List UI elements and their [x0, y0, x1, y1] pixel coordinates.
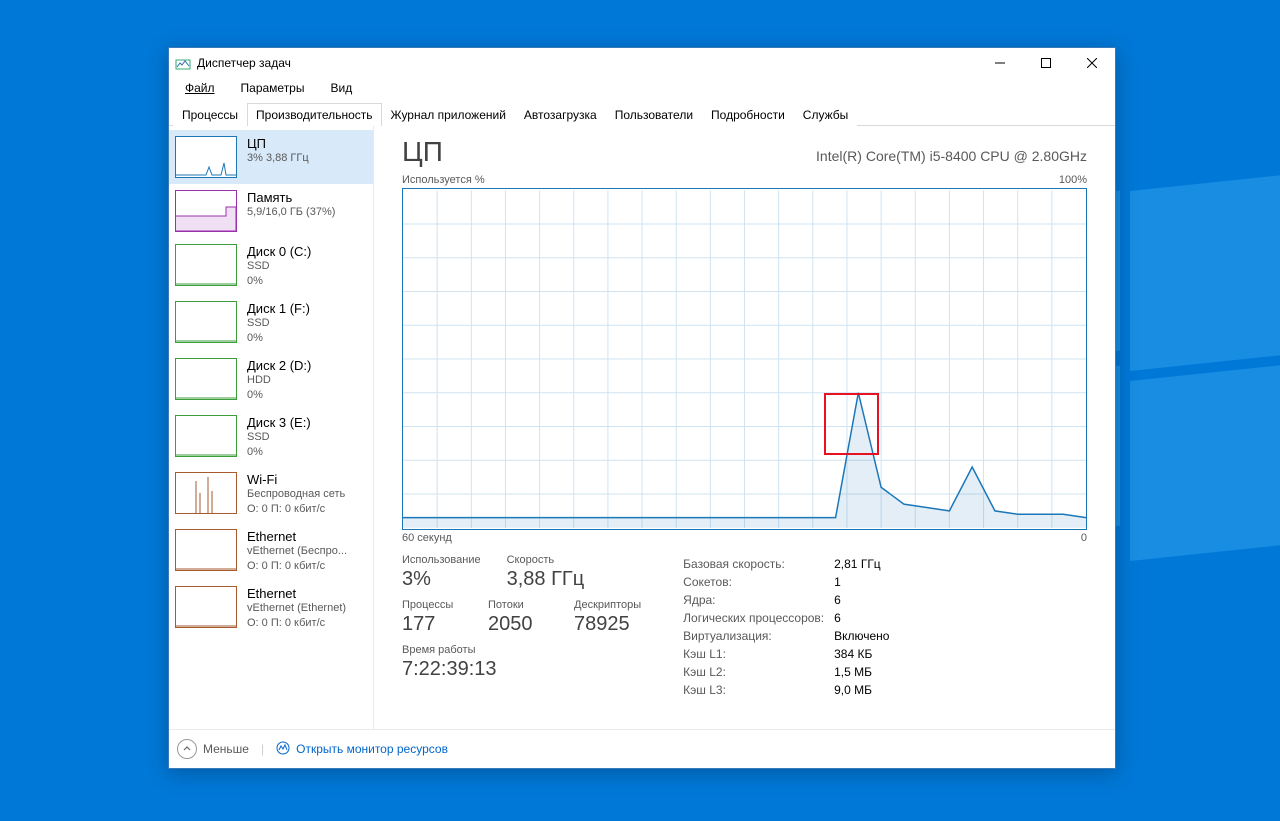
chart-y-max: 100%: [1059, 174, 1087, 186]
footer: Меньше | Открыть монитор ресурсов: [169, 729, 1115, 768]
minimize-button[interactable]: [977, 48, 1023, 78]
sidebar-item-0[interactable]: ЦП3% 3,88 ГГц: [169, 130, 373, 184]
fewer-details-button[interactable]: Меньше: [177, 739, 249, 759]
sidebar-item-title: Диск 2 (D:): [247, 358, 311, 373]
tab-0[interactable]: Процессы: [173, 103, 247, 126]
close-button[interactable]: [1069, 48, 1115, 78]
stat: Процессы177: [402, 599, 462, 636]
tab-bar: ПроцессыПроизводительностьЖурнал приложе…: [169, 102, 1115, 126]
task-manager-window: Диспетчер задач Файл Параметры Вид Проце…: [168, 47, 1116, 769]
window-title: Диспетчер задач: [197, 56, 977, 70]
sidebar-item-3[interactable]: Диск 1 (F:)SSD0%: [169, 295, 373, 352]
tab-2[interactable]: Журнал приложений: [382, 103, 515, 126]
sidebar-thumbnail: [175, 472, 237, 514]
menu-view[interactable]: Вид: [318, 79, 364, 97]
sidebar-item-8[interactable]: EthernetvEthernet (Ethernet)О: 0 П: 0 кб…: [169, 580, 373, 637]
sidebar-thumbnail: [175, 415, 237, 457]
sidebar-item-title: Память: [247, 190, 335, 205]
sidebar-thumbnail: [175, 586, 237, 628]
stat: Дескрипторы78925: [574, 599, 641, 636]
sidebar-thumbnail: [175, 190, 237, 232]
cpu-name: Intel(R) Core(TM) i5-8400 CPU @ 2.80GHz: [816, 148, 1087, 164]
chart-x-left: 60 секунд: [402, 532, 452, 544]
chart-highlight-box: [824, 393, 879, 455]
menu-options[interactable]: Параметры: [229, 79, 317, 97]
cpu-usage-chart[interactable]: [402, 188, 1087, 530]
sidebar-item-1[interactable]: Память5,9/16,0 ГБ (37%): [169, 184, 373, 238]
sidebar-thumbnail: [175, 244, 237, 286]
sidebar-item-6[interactable]: Wi-FiБеспроводная сетьО: 0 П: 0 кбит/с: [169, 466, 373, 523]
stat: Время работы7:22:39:13: [402, 644, 497, 681]
chart-x-right: 0: [1081, 532, 1087, 544]
sidebar-thumbnail: [175, 136, 237, 178]
performance-sidebar[interactable]: ЦП3% 3,88 ГГцПамять5,9/16,0 ГБ (37%)Диск…: [169, 126, 374, 729]
open-resource-monitor-link[interactable]: Открыть монитор ресурсов: [276, 741, 448, 758]
stat: Скорость3,88 ГГц: [507, 554, 585, 591]
tab-3[interactable]: Автозагрузка: [515, 103, 606, 126]
stats-right: Базовая скорость:2,81 ГГцСокетов:1Ядра:6…: [681, 554, 899, 700]
sidebar-item-2[interactable]: Диск 0 (C:)SSD0%: [169, 238, 373, 295]
tab-6[interactable]: Службы: [794, 103, 857, 126]
sidebar-item-title: Диск 1 (F:): [247, 301, 310, 316]
sidebar-item-5[interactable]: Диск 3 (E:)SSD0%: [169, 409, 373, 466]
sidebar-item-title: Диск 3 (E:): [247, 415, 311, 430]
tab-5[interactable]: Подробности: [702, 103, 794, 126]
main-panel: ЦП Intel(R) Core(TM) i5-8400 CPU @ 2.80G…: [374, 126, 1115, 729]
stat: Использование3%: [402, 554, 481, 591]
sidebar-thumbnail: [175, 301, 237, 343]
menubar: Файл Параметры Вид: [169, 78, 1115, 98]
sidebar-thumbnail: [175, 358, 237, 400]
resource-monitor-icon: [276, 741, 290, 758]
chart-y-label: Используется %: [402, 174, 485, 186]
maximize-button[interactable]: [1023, 48, 1069, 78]
titlebar[interactable]: Диспетчер задач: [169, 48, 1115, 78]
sidebar-item-7[interactable]: EthernetvEthernet (Беспро...О: 0 П: 0 кб…: [169, 523, 373, 580]
sidebar-item-title: ЦП: [247, 136, 309, 151]
sidebar-item-title: Ethernet: [247, 529, 347, 544]
stat: Потоки2050: [488, 599, 548, 636]
chevron-up-icon: [177, 739, 197, 759]
tab-1[interactable]: Производительность: [247, 103, 381, 126]
sidebar-item-title: Ethernet: [247, 586, 346, 601]
sidebar-item-title: Wi-Fi: [247, 472, 345, 487]
tab-4[interactable]: Пользователи: [606, 103, 702, 126]
app-icon: [175, 55, 191, 71]
stats-left: Использование3% Скорость3,88 ГГц Процессы1…: [402, 554, 641, 700]
menu-file[interactable]: Файл: [173, 79, 227, 97]
page-title: ЦП: [402, 136, 443, 168]
sidebar-thumbnail: [175, 529, 237, 571]
sidebar-item-title: Диск 0 (C:): [247, 244, 311, 259]
sidebar-item-4[interactable]: Диск 2 (D:)HDD0%: [169, 352, 373, 409]
